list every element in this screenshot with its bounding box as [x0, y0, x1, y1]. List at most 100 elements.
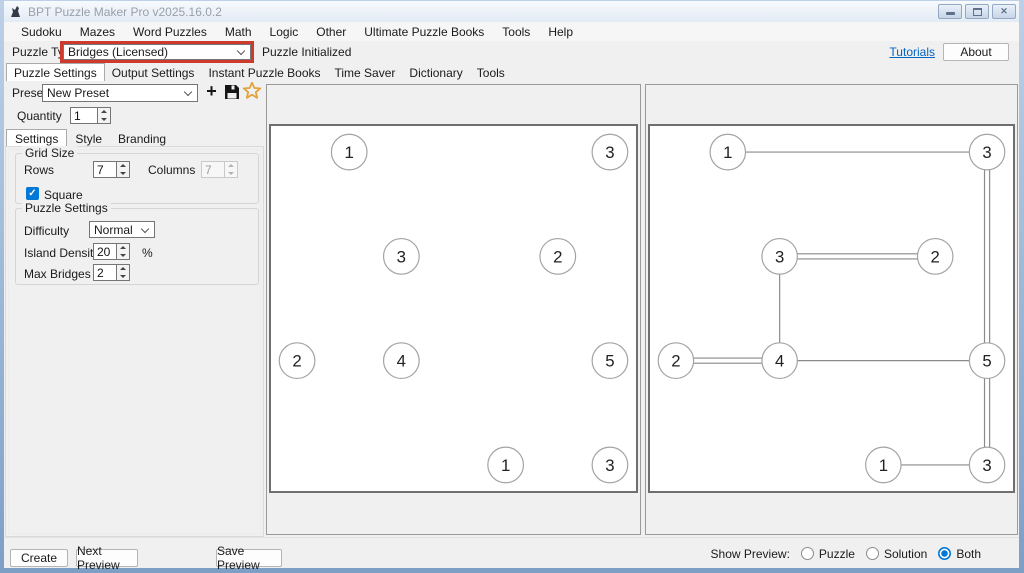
chevron-down-icon [141, 224, 149, 232]
radio-icon [801, 547, 814, 560]
spin-down-button [225, 170, 237, 178]
side-tab-branding[interactable]: Branding [110, 130, 174, 146]
menu-item-other[interactable]: Other [307, 23, 355, 41]
svg-text:3: 3 [605, 456, 614, 475]
spin-up-button[interactable] [117, 162, 129, 170]
svg-text:2: 2 [931, 247, 940, 266]
menu-item-mazes[interactable]: Mazes [71, 23, 124, 41]
side-tab-settings[interactable]: Settings [6, 129, 67, 146]
next-preview-button[interactable]: Next Preview [76, 549, 138, 567]
chevron-down-icon [237, 47, 245, 55]
side-tab-style[interactable]: Style [67, 130, 110, 146]
rows-input[interactable] [93, 161, 117, 178]
save-icon [223, 83, 241, 101]
window-frame: BPT Puzzle Maker Pro v2025.16.0.2 ✕ Sudo… [0, 0, 1024, 573]
island-density-label: Island Density [24, 246, 99, 260]
quantity-label: Quantity [17, 108, 62, 125]
menu-item-sudoku[interactable]: Sudoku [12, 23, 71, 41]
status-text: Puzzle Initialized [262, 41, 351, 63]
tab-instant-puzzle-books[interactable]: Instant Puzzle Books [201, 64, 327, 81]
spin-up-button[interactable] [98, 108, 110, 116]
menu-item-word-puzzles[interactable]: Word Puzzles [124, 23, 216, 41]
window-title: BPT Puzzle Maker Pro v2025.16.0.2 [28, 5, 222, 19]
columns-spinner [225, 161, 238, 178]
rows-spinner [117, 161, 130, 178]
menu-item-help[interactable]: Help [539, 23, 582, 41]
island-density-input[interactable] [93, 243, 117, 260]
puzzle-type-highlight: Bridges (Licensed) [60, 41, 254, 63]
square-checkbox[interactable] [26, 187, 39, 200]
main-tabs: Puzzle SettingsOutput SettingsInstant Pu… [4, 63, 1019, 81]
maximize-button[interactable] [965, 4, 989, 19]
square-label: Square [44, 188, 83, 202]
create-button[interactable]: Create [10, 549, 68, 567]
quantity-spinner [98, 107, 111, 124]
maximize-icon [973, 8, 982, 16]
svg-text:1: 1 [723, 143, 732, 162]
close-button[interactable]: ✕ [992, 4, 1016, 19]
save-preset-button[interactable] [223, 83, 241, 101]
tab-time-saver[interactable]: Time Saver [328, 64, 403, 81]
menu-bar: SudokuMazesWord PuzzlesMathLogicOtherUlt… [4, 22, 1019, 41]
svg-text:5: 5 [605, 352, 614, 371]
radio-label: Solution [884, 547, 927, 561]
svg-text:1: 1 [501, 456, 510, 475]
show-preview-radio-puzzle[interactable]: Puzzle [801, 547, 855, 561]
svg-text:3: 3 [982, 456, 991, 475]
minimize-button[interactable] [938, 4, 962, 19]
radio-label: Puzzle [819, 547, 855, 561]
quantity-input[interactable] [70, 107, 98, 124]
radio-icon [938, 547, 951, 560]
svg-text:2: 2 [671, 352, 680, 371]
svg-text:2: 2 [292, 352, 301, 371]
show-preview-group: Show Preview: PuzzleSolutionBoth [711, 538, 981, 569]
spin-up-button[interactable] [117, 244, 129, 252]
tutorials-link[interactable]: Tutorials [889, 45, 935, 59]
puzzle-preview-panel: 133224513 [266, 84, 641, 535]
columns-stepper [201, 161, 238, 178]
tab-puzzle-settings[interactable]: Puzzle Settings [6, 63, 105, 81]
max-bridges-spinner [117, 264, 130, 281]
grid-size-group: Grid Size Rows Columns Square [15, 153, 259, 204]
puzzle-settings-title: Puzzle Settings [22, 201, 111, 215]
puzzle-type-value: Bridges (Licensed) [68, 45, 168, 59]
tab-output-settings[interactable]: Output Settings [105, 64, 202, 81]
max-bridges-input[interactable] [93, 264, 117, 281]
show-preview-radio-both[interactable]: Both [938, 547, 981, 561]
add-preset-button[interactable]: + [203, 83, 220, 102]
menu-item-tools[interactable]: Tools [493, 23, 539, 41]
spin-down-button[interactable] [117, 273, 129, 281]
menu-item-ultimate-puzzle-books[interactable]: Ultimate Puzzle Books [355, 23, 493, 41]
spin-up-button[interactable] [117, 265, 129, 273]
svg-text:3: 3 [775, 247, 784, 266]
favorite-preset-button[interactable] [242, 81, 262, 101]
menu-item-math[interactable]: Math [216, 23, 261, 41]
show-preview-radio-solution[interactable]: Solution [866, 547, 927, 561]
svg-text:2: 2 [553, 247, 562, 266]
preset-select[interactable]: New Preset [42, 84, 198, 102]
spin-down-button[interactable] [98, 116, 110, 124]
title-bar: BPT Puzzle Maker Pro v2025.16.0.2 ✕ [4, 1, 1019, 22]
menu-item-logic[interactable]: Logic [261, 23, 308, 41]
about-button[interactable]: About [943, 43, 1009, 61]
difficulty-select[interactable]: Normal [89, 221, 155, 238]
difficulty-label: Difficulty [24, 224, 69, 238]
solution-preview-panel: 133224513 [645, 84, 1018, 535]
spin-up-button [225, 162, 237, 170]
max-bridges-label: Max Bridges [24, 267, 91, 281]
save-preview-button[interactable]: Save Preview [216, 549, 282, 567]
star-icon [242, 81, 262, 101]
settings-tabs: SettingsStyleBranding [6, 129, 174, 146]
client-area: SudokuMazesWord PuzzlesMathLogicOtherUlt… [4, 22, 1019, 568]
island-density-stepper [93, 243, 130, 260]
tab-dictionary[interactable]: Dictionary [402, 64, 469, 81]
puzzle-type-select[interactable]: Bridges (Licensed) [63, 44, 251, 60]
svg-text:3: 3 [605, 143, 614, 162]
radio-icon [866, 547, 879, 560]
puzzle-preview-svg: 133224513 [271, 126, 636, 491]
spin-down-button[interactable] [117, 252, 129, 260]
max-bridges-stepper [93, 264, 130, 281]
tab-tools[interactable]: Tools [470, 64, 512, 81]
island-density-spinner [117, 243, 130, 260]
spin-down-button[interactable] [117, 170, 129, 178]
